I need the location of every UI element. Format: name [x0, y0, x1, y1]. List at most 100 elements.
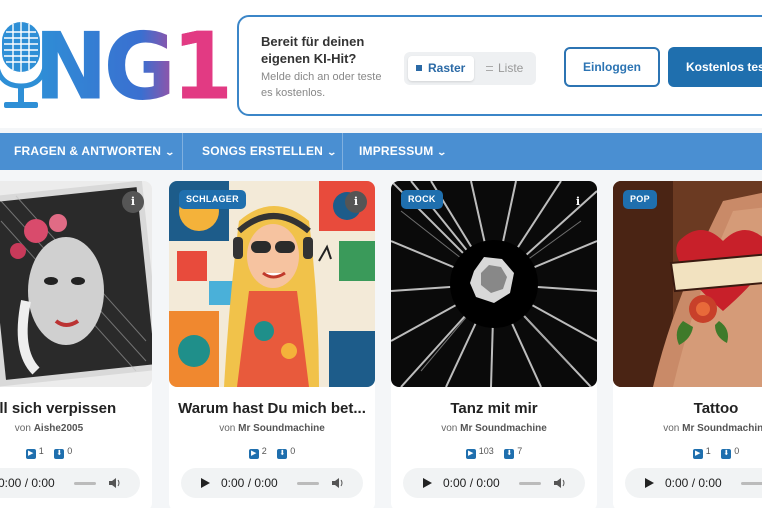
- seek-bar[interactable]: [741, 482, 762, 485]
- play-count: ▶ 1: [25, 446, 44, 459]
- nav-item-create-songs[interactable]: SONGS ERSTELLEN ⌄: [202, 133, 338, 170]
- logo-wordmark: NG1: [34, 12, 233, 121]
- song-card[interactable]: SCHLAGER i Warum hast Du mich bet... von…: [169, 181, 375, 508]
- seek-bar[interactable]: [74, 482, 96, 485]
- info-icon[interactable]: i: [567, 191, 589, 213]
- cover-art: [391, 181, 597, 387]
- download-count: ⬇ 7: [504, 446, 522, 459]
- genre-badge: POP: [623, 190, 657, 209]
- song-card[interactable]: i soll sich verpissen von Aishe2005 ▶1 ⬇…: [0, 181, 152, 508]
- song-author: von Mr Soundmachine: [391, 423, 597, 434]
- genre-badge: SCHLAGER: [179, 190, 246, 209]
- play-count-icon: ▶: [465, 449, 476, 459]
- login-button[interactable]: Einloggen: [564, 47, 660, 87]
- song-author: von Mr Soundmachine: [169, 423, 375, 434]
- download-count-value: 7: [517, 446, 523, 456]
- author-name[interactable]: Mr Soundmachine: [238, 423, 325, 434]
- audio-player: 0:00 / 0:00: [181, 468, 363, 498]
- song-title[interactable]: Tattoo: [613, 400, 762, 417]
- page: { "brand": {"logo_text": "SONG1"}, "cta"…: [0, 0, 762, 508]
- song-cover[interactable]: ROCK i: [391, 181, 597, 387]
- cover-art: [169, 181, 375, 387]
- by-prefix: von: [219, 423, 236, 434]
- play-count: ▶ 2: [248, 446, 267, 459]
- audio-player: 0:00 / 0:00: [0, 468, 140, 498]
- nav-item-faq[interactable]: FRAGEN & ANTWORTEN ⌄: [14, 133, 176, 170]
- info-icon[interactable]: i: [122, 191, 144, 213]
- song-title[interactable]: Tanz mit mir: [391, 400, 597, 417]
- download-count: ⬇ 0: [721, 446, 739, 459]
- song-cover[interactable]: i: [0, 181, 152, 387]
- grid-view-button[interactable]: Raster: [408, 56, 474, 81]
- author-name[interactable]: Aishe2005: [34, 423, 83, 434]
- play-count-value: 1: [38, 446, 44, 456]
- play-count-value: 103: [478, 446, 494, 456]
- signup-cta-box: Bereit für deinen eigenen KI-Hit? Melde …: [237, 15, 762, 116]
- song-card[interactable]: POP Tattoo von Mr Soundmachine ▶ 1 ⬇ 0 0:0…: [613, 181, 762, 508]
- song-cover[interactable]: SCHLAGER i: [169, 181, 375, 387]
- chevron-down-icon: ⌄: [436, 147, 448, 157]
- play-count-value: 2: [261, 446, 267, 456]
- playback-time: 0:00 / 0:00: [443, 476, 500, 490]
- volume-icon[interactable]: [553, 477, 567, 489]
- volume-icon[interactable]: [331, 477, 345, 489]
- grid-icon: [416, 65, 422, 71]
- download-count: ⬇ 0: [277, 446, 295, 459]
- song-author: von Aishe2005: [0, 423, 152, 434]
- volume-icon[interactable]: [108, 477, 122, 489]
- playback-time: 0:00 / 0:00: [665, 476, 722, 490]
- song-card[interactable]: ROCK i Tanz mit mir von Mr Soundmachine …: [391, 181, 597, 508]
- play-count-value: 1: [705, 446, 711, 456]
- nav-label: IMPRESSUM: [359, 144, 434, 158]
- song-title[interactable]: Warum hast Du mich bet...: [169, 400, 375, 417]
- play-count: ▶ 1: [692, 446, 711, 459]
- author-name[interactable]: Mr Soundmachine: [682, 423, 762, 434]
- download-icon: ⬇: [277, 449, 288, 459]
- play-icon[interactable]: [645, 478, 654, 488]
- cover-art: [613, 181, 762, 387]
- song-cover[interactable]: POP: [613, 181, 762, 387]
- audio-player: 0:00 / 0:00: [403, 468, 585, 498]
- download-count-value: 0: [734, 446, 740, 456]
- nav-label: SONGS ERSTELLEN: [202, 144, 324, 158]
- song-title[interactable]: soll sich verpissen: [0, 400, 152, 417]
- genre-badge: ROCK: [401, 190, 443, 209]
- nav-label: FRAGEN & ANTWORTEN: [14, 144, 162, 158]
- song-stats: ▶ 1 ⬇ 0: [0, 446, 152, 459]
- view-toggle: Raster Liste: [404, 52, 536, 85]
- play-count-icon: ▶: [692, 449, 703, 459]
- playback-time: 0:00 / 0:00: [221, 476, 278, 490]
- nav-item-imprint[interactable]: IMPRESSUM ⌄: [359, 133, 448, 170]
- site-logo[interactable]: NG1: [0, 14, 233, 114]
- cta-title: Bereit für deinen eigenen KI-Hit?: [261, 34, 365, 66]
- main-nav: FRAGEN & ANTWORTEN ⌄ SONGS ERSTELLEN ⌄ IMP…: [0, 133, 762, 170]
- download-icon: ⬇: [504, 449, 515, 459]
- playback-time: 0:00 / 0:00: [0, 476, 55, 490]
- play-icon[interactable]: [201, 478, 210, 488]
- author-name[interactable]: Mr Soundmachine: [460, 423, 547, 434]
- info-icon[interactable]: i: [345, 191, 367, 213]
- play-icon[interactable]: [423, 478, 432, 488]
- seek-bar[interactable]: [519, 482, 541, 485]
- download-icon: ⬇: [721, 449, 732, 459]
- download-count-value: 0: [290, 446, 296, 456]
- seek-bar[interactable]: [297, 482, 319, 485]
- grid-view-label: Raster: [428, 61, 466, 75]
- list-icon: [486, 66, 493, 71]
- cta-subtitle: Melde dich an oder teste es kostenlos.: [261, 71, 382, 99]
- list-view-label: Liste: [498, 61, 524, 75]
- play-count: ▶ 103: [465, 446, 494, 459]
- site-header: NG1 Bereit für deinen eigenen KI-Hit? Me…: [0, 0, 762, 128]
- chevron-down-icon: ⌄: [326, 147, 338, 157]
- song-stats: ▶ 2 ⬇ 0: [169, 446, 375, 459]
- audio-player: 0:00 / 0:00: [625, 468, 762, 498]
- chevron-down-icon: ⌄: [164, 147, 176, 157]
- download-count: ⬇ 0: [54, 446, 72, 459]
- by-prefix: von: [14, 423, 31, 434]
- song-stats: ▶ 1 ⬇ 0: [613, 446, 762, 459]
- song-stats: ▶ 103 ⬇ 7: [391, 446, 597, 459]
- download-icon: ⬇: [54, 449, 65, 459]
- list-view-button[interactable]: Liste: [478, 56, 532, 81]
- song-author: von Mr Soundmachine: [613, 423, 762, 434]
- free-trial-button[interactable]: Kostenlos testen: [668, 47, 762, 87]
